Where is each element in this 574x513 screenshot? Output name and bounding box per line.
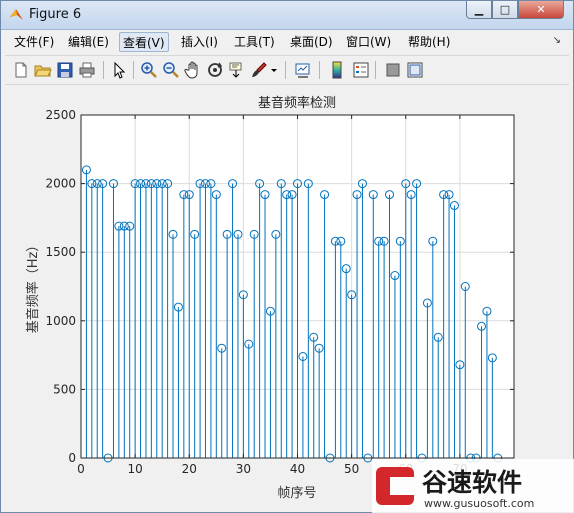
watermark-brand: 谷速软件 [422,468,522,497]
stem-chart: 01020304050607005001000150020002500 基音频率… [25,95,515,501]
toolbar-separator [375,61,376,79]
x-tick-label: 20 [182,462,197,476]
x-tick-label: 40 [290,462,305,476]
figure-window: Figure 6 ▁ □ ✕ 文件(F) 编辑(E) 查看(V) 插入(I) 工… [0,0,574,513]
toolbar-separator [103,61,104,79]
menu-tools[interactable]: 工具(T) [231,32,278,52]
y-axis-label: 基音频率（Hz） [25,239,41,334]
insert-legend-icon[interactable] [351,60,371,80]
title-bar[interactable]: Figure 6 ▁ □ ✕ [1,1,573,30]
x-tick-label: 10 [127,462,142,476]
toolbar-separator [133,61,134,79]
save-icon[interactable] [55,60,75,80]
figure-toolbar [5,55,569,85]
rotate-3d-icon[interactable] [205,60,225,80]
menu-help[interactable]: 帮助(H) [405,32,453,52]
pan-hand-icon[interactable] [183,60,203,80]
menu-bar: 文件(F) 编辑(E) 查看(V) 插入(I) 工具(T) 桌面(D) 窗口(W… [5,31,569,53]
x-tick-label: 0 [77,462,85,476]
watermark-logo: 谷速软件 www.gusuosoft.com [372,459,574,513]
zoom-in-icon[interactable] [139,60,159,80]
figure-canvas: 01020304050607005001000150020002500 基音频率… [5,85,569,509]
y-tick-label: 2000 [45,177,76,191]
window-title: Figure 6 [29,7,82,22]
stem-series [81,165,514,463]
x-tick-label: 30 [236,462,251,476]
y-tick-label: 500 [53,382,76,396]
show-plot-tools-icon[interactable] [405,60,425,80]
x-axis-label: 帧序号 [277,486,316,501]
open-file-icon[interactable] [33,60,53,80]
brush-dropdown-icon[interactable] [269,60,279,80]
edit-plot-arrow-icon[interactable] [109,60,129,80]
insert-colorbar-icon[interactable] [327,60,347,80]
menu-window[interactable]: 窗口(W) [343,32,394,52]
toolbar-separator [285,61,286,79]
x-tick-label: 50 [344,462,359,476]
y-tick-label: 1500 [45,245,76,259]
chart-title: 基音频率检测 [258,95,336,111]
link-plot-icon[interactable] [293,60,313,80]
watermark-url: www.gusuosoft.com [424,497,534,510]
y-tick-label: 1000 [45,314,76,328]
new-figure-icon[interactable] [11,60,31,80]
zoom-out-icon[interactable] [161,60,181,80]
menu-desktop[interactable]: 桌面(D) [287,32,336,52]
maximize-button[interactable]: □ [492,1,518,19]
minimize-button[interactable]: ▁ [466,1,492,19]
toolbar-separator [319,61,320,79]
data-cursor-icon[interactable] [227,60,247,80]
menu-overflow-arrow-icon[interactable]: ↘ [553,35,561,46]
brush-icon[interactable] [249,60,269,80]
menu-view[interactable]: 查看(V) [119,32,169,52]
print-icon[interactable] [77,60,97,80]
menu-insert[interactable]: 插入(I) [178,32,221,52]
hide-plot-tools-icon[interactable] [383,60,403,80]
menu-file[interactable]: 文件(F) [11,32,57,52]
close-button[interactable]: ✕ [518,1,564,19]
matlab-logo-icon [10,9,23,20]
y-tick-label: 0 [68,451,76,465]
menu-edit[interactable]: 编辑(E) [65,32,112,52]
y-tick-label: 2500 [45,108,76,122]
